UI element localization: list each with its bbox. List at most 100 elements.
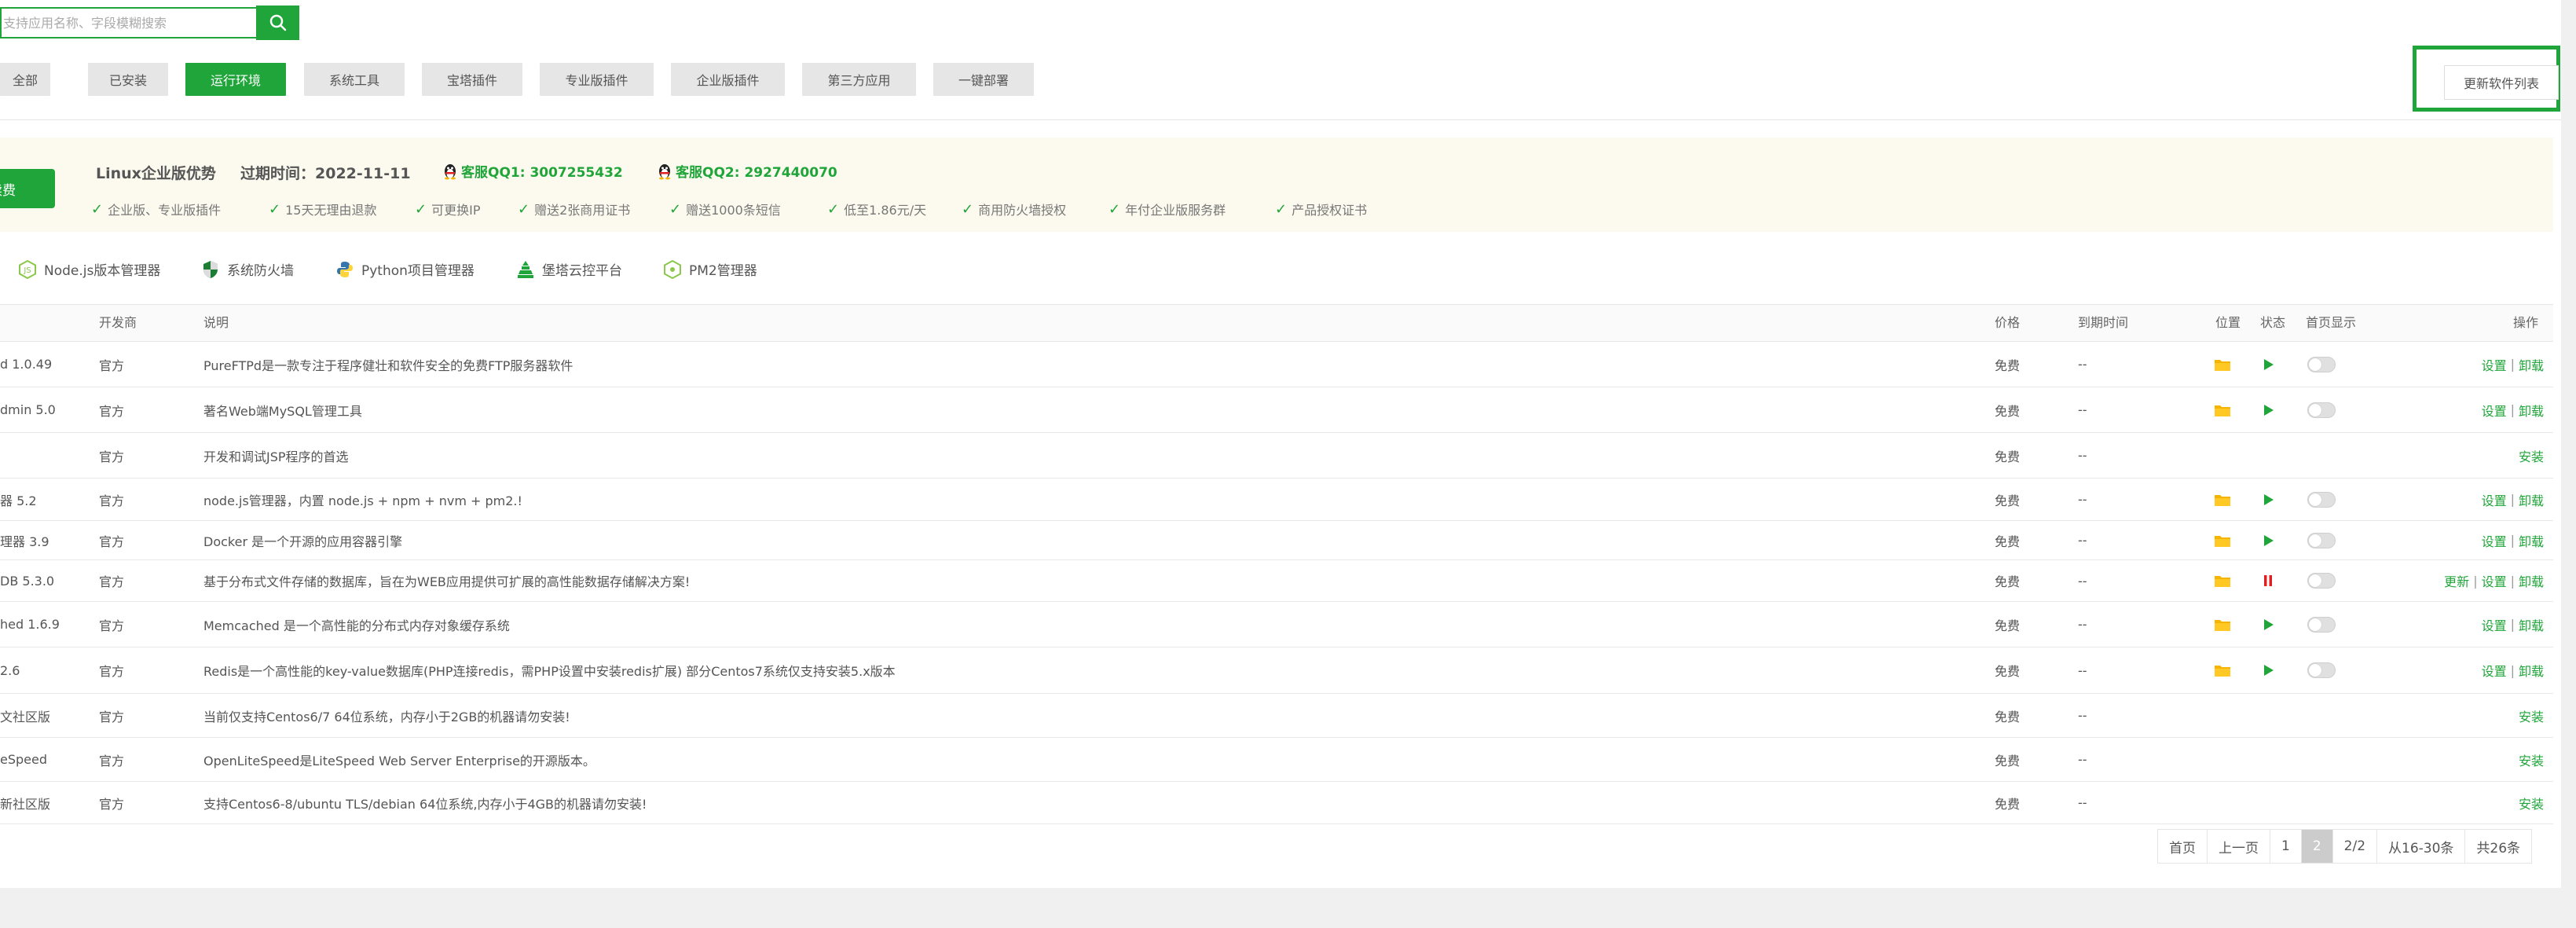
op-link[interactable]: 设置: [2482, 355, 2507, 374]
tab-installed[interactable]: 已安装: [88, 63, 168, 96]
play-icon[interactable]: [2263, 647, 2274, 693]
quick-app-python[interactable]: Python项目管理器: [336, 259, 475, 279]
op-link[interactable]: 设置: [2482, 490, 2507, 509]
check-icon: ✓: [669, 200, 682, 218]
toggle-switch[interactable]: [2307, 491, 2336, 508]
price: 免费: [1995, 403, 2021, 419]
table-row: dmin 5.0 官方 著名Web端MySQL管理工具 免费 -- 设置 | 卸载: [0, 387, 2553, 433]
renew-button[interactable]: 续费: [0, 169, 55, 208]
operations: 设置 | 卸载: [2482, 521, 2544, 559]
op-link[interactable]: 设置: [2482, 531, 2507, 550]
update-software-list-button[interactable]: 更新软件列表: [2444, 65, 2559, 100]
home-display-toggle[interactable]: [2307, 647, 2336, 693]
op-link[interactable]: 卸载: [2519, 490, 2544, 509]
op-link[interactable]: 设置: [2482, 401, 2507, 420]
pause-icon[interactable]: [2263, 560, 2273, 601]
quick-app-firewall[interactable]: 系统防火墙: [202, 259, 294, 279]
table-row: DB 5.3.0 官方 基于分布式文件存储的数据库，旨在为WEB应用提供可扩展的高性…: [0, 560, 2553, 602]
table-row: eSpeed 官方 OpenLiteSpeed是LiteSpeed Web Serv…: [0, 738, 2553, 782]
op-link[interactable]: 安装: [2519, 750, 2544, 769]
feature-item: ✓ 赠送1000条短信: [669, 200, 781, 218]
op-link[interactable]: 设置: [2482, 661, 2507, 680]
op-link[interactable]: 卸载: [2519, 531, 2544, 550]
play-icon[interactable]: [2263, 521, 2274, 559]
home-display-toggle[interactable]: [2307, 560, 2336, 601]
folder-icon[interactable]: [2214, 479, 2231, 520]
toggle-switch[interactable]: [2307, 616, 2336, 633]
home-display-toggle[interactable]: [2307, 342, 2336, 387]
folder-icon[interactable]: [2214, 647, 2231, 693]
promo-title: Linux企业版优势: [96, 165, 216, 182]
op-link[interactable]: 卸载: [2519, 615, 2544, 634]
folder-icon[interactable]: [2214, 560, 2231, 601]
expire-time: --: [2078, 662, 2087, 678]
quick-app-pm2[interactable]: PM2管理器: [664, 259, 757, 279]
folder-icon[interactable]: [2214, 521, 2231, 559]
developer: 官方: [99, 449, 125, 464]
feature-label: 企业版、专业版插件: [108, 203, 222, 218]
search-button[interactable]: [256, 6, 299, 40]
folder-icon[interactable]: [2214, 602, 2231, 647]
op-link[interactable]: 卸载: [2519, 661, 2544, 680]
quick-app-cloud-control[interactable]: 堡塔云控平台: [517, 259, 622, 279]
play-icon[interactable]: [2263, 342, 2274, 387]
description: 当前仅支持Centos6/7 64位系统，内存小于2GB的机器请勿安装!: [203, 709, 570, 724]
op-link[interactable]: 安装: [2519, 794, 2544, 812]
op-link[interactable]: 安装: [2519, 446, 2544, 465]
toggle-switch[interactable]: [2307, 402, 2336, 418]
play-icon[interactable]: [2263, 602, 2274, 647]
op-link[interactable]: 卸载: [2519, 355, 2544, 374]
search-icon: [269, 14, 286, 31]
quick-app-nodejs[interactable]: JS Node.js版本管理器: [19, 259, 160, 279]
home-display-toggle[interactable]: [2307, 387, 2336, 432]
folder-icon[interactable]: [2214, 387, 2231, 432]
op-link[interactable]: 设置: [2482, 571, 2507, 590]
tab-system-tools[interactable]: 系统工具: [304, 63, 405, 96]
op-link[interactable]: 安装: [2519, 706, 2544, 725]
tab-runtime[interactable]: 运行环境: [185, 63, 286, 96]
tab-bt-plugins[interactable]: 宝塔插件: [422, 63, 522, 96]
tab-all[interactable]: 全部: [0, 63, 50, 96]
page-total: 共26条: [2464, 829, 2533, 864]
tab-third-party[interactable]: 第三方应用: [802, 63, 916, 96]
feature-label: 商用防火墙授权: [978, 203, 1067, 218]
op-link[interactable]: 设置: [2482, 615, 2507, 634]
quick-app-label: Python项目管理器: [361, 263, 475, 279]
toggle-switch[interactable]: [2307, 356, 2336, 372]
table-row: 器 5.2 官方 node.js管理器，内置 node.js + npm + nvm…: [0, 479, 2553, 521]
expire-time: --: [2078, 795, 2087, 810]
check-icon: ✓: [518, 200, 530, 218]
play-icon[interactable]: [2263, 479, 2274, 520]
qq1-contact[interactable]: 客服QQ1: 3007255432: [442, 161, 623, 181]
op-link[interactable]: 更新: [2444, 571, 2469, 590]
search-input[interactable]: [2, 9, 258, 37]
tab-one-click-deploy[interactable]: 一键部署: [933, 63, 1034, 96]
page-prev[interactable]: 上一页: [2207, 829, 2270, 864]
tab-enterprise-plugins[interactable]: 企业版插件: [671, 63, 785, 96]
home-display-toggle[interactable]: [2307, 602, 2336, 647]
header-developer: 开发商: [99, 315, 137, 330]
toggle-switch[interactable]: [2307, 573, 2336, 589]
page-first[interactable]: 首页: [2157, 829, 2208, 864]
developer: 官方: [99, 358, 125, 373]
description: OpenLiteSpeed是LiteSpeed Web Server Enter…: [203, 753, 595, 768]
price: 免费: [1995, 493, 2021, 508]
check-icon: ✓: [827, 200, 840, 218]
feature-label: 15天无理由退款: [285, 203, 377, 218]
toggle-switch[interactable]: [2307, 662, 2336, 678]
tab-pro-plugins[interactable]: 专业版插件: [540, 63, 654, 96]
home-display-toggle[interactable]: [2307, 521, 2336, 559]
scrollbar[interactable]: [2561, 0, 2576, 928]
toggle-switch[interactable]: [2307, 532, 2336, 548]
play-icon[interactable]: [2263, 387, 2274, 432]
feature-item: ✓ 可更换IP: [415, 200, 480, 218]
quick-app-label: 系统防火墙: [227, 263, 294, 279]
op-link[interactable]: 卸载: [2519, 571, 2544, 590]
search-field[interactable]: [0, 7, 258, 39]
home-display-toggle[interactable]: [2307, 479, 2336, 520]
qq2-contact[interactable]: 客服QQ2: 2927440070: [657, 161, 837, 181]
op-link[interactable]: 卸载: [2519, 401, 2544, 420]
folder-icon[interactable]: [2214, 342, 2231, 387]
page-1[interactable]: 1: [2270, 829, 2302, 864]
header-location: 位置: [2215, 315, 2241, 330]
